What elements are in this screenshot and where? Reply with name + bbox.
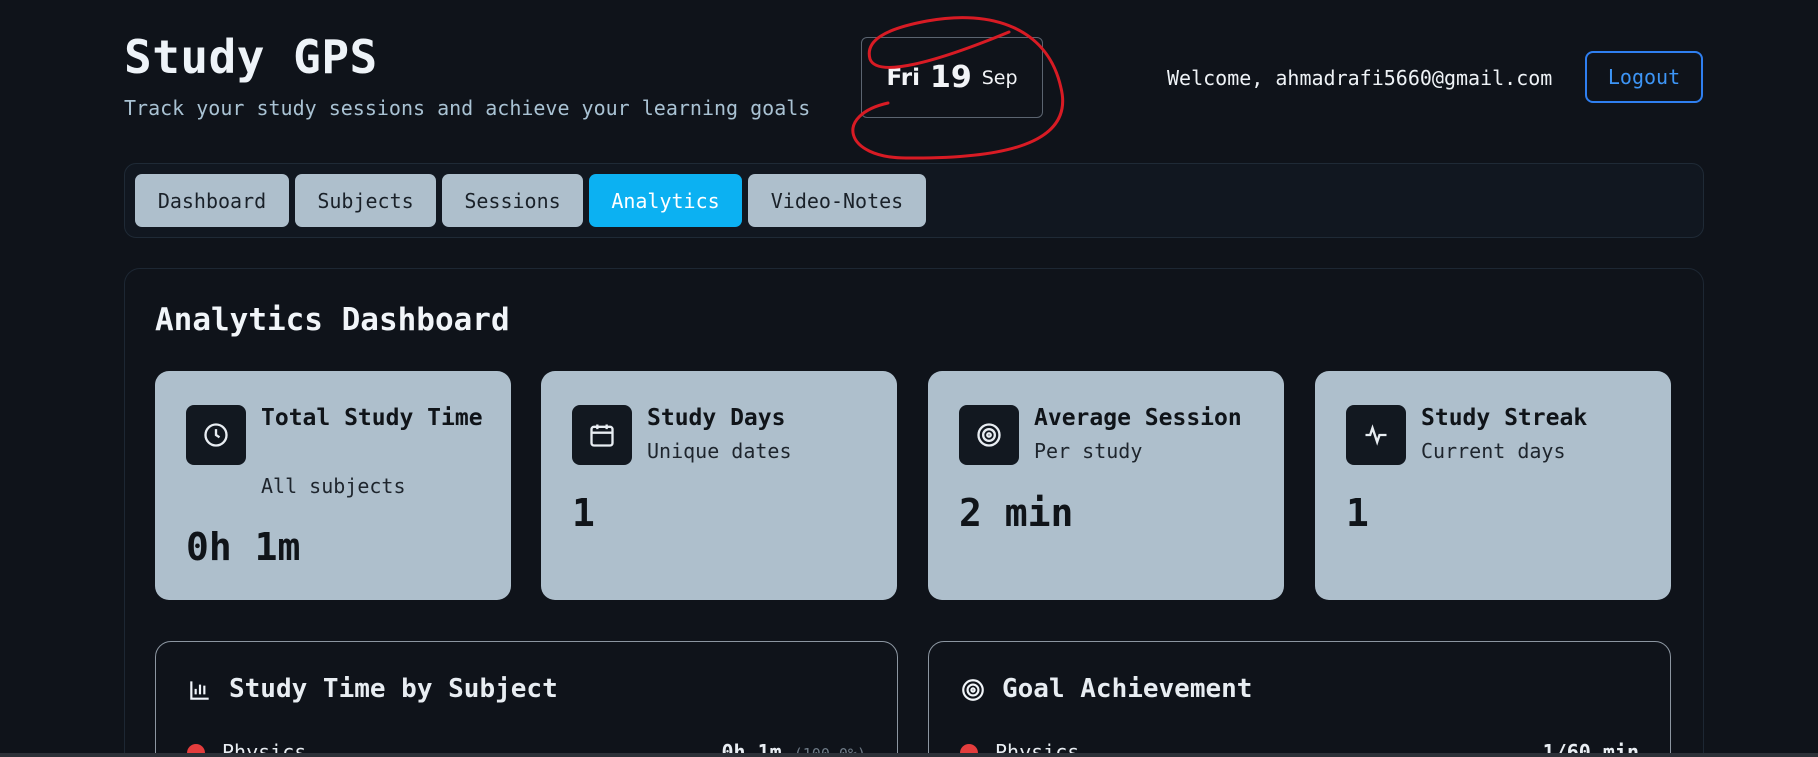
tab-video-notes[interactable]: Video-Notes [748,174,926,227]
stat-title: Average Session [1034,405,1242,431]
stat-title: Total Study Time [261,405,483,431]
stat-description: All subjects [261,474,406,498]
stat-description: Per study [1034,439,1143,463]
tab-sessions[interactable]: Sessions [442,174,583,227]
main-navigation: Dashboard Subjects Sessions Analytics Vi… [124,163,1704,238]
stat-value: 0h 1m [186,525,301,569]
stat-value: 2 min [959,491,1074,535]
analytics-title: Analytics Dashboard [155,302,510,338]
welcome-message: Welcome, ahmadrafi5660@gmail.com [1167,66,1553,90]
stat-description: Unique dates [647,439,792,463]
app-subtitle: Track your study sessions and achieve yo… [124,96,811,120]
activity-icon [1346,405,1406,465]
target-icon [959,405,1019,465]
study-streak-card: Study Streak Current days 1 [1315,371,1671,600]
tab-subjects[interactable]: Subjects [295,174,436,227]
stat-title: Study Days [647,405,786,431]
tab-analytics[interactable]: Analytics [589,174,742,227]
date-day: 19 [929,60,972,95]
stat-title: Study Streak [1421,405,1588,431]
panel-title: Study Time by Subject [229,674,558,704]
bottom-divider [0,753,1818,757]
app-title: Study GPS [124,30,378,84]
date-display: Fri 19 Sep [861,37,1043,118]
study-gps-page: Study GPS Track your study sessions and … [0,0,1818,757]
calendar-icon [572,405,632,465]
target-icon [962,679,984,701]
study-days-card: Study Days Unique dates 1 [541,371,897,600]
logout-button[interactable]: Logout [1585,51,1703,103]
panel-title: Goal Achievement [1002,674,1253,704]
goal-achievement-panel: Goal Achievement Physics 1/60 min [928,641,1671,757]
date-weekday: Fri [886,64,920,91]
date-month: Sep [981,66,1018,89]
tab-dashboard[interactable]: Dashboard [135,174,289,227]
clock-icon [186,405,246,465]
stat-value: 1 [1346,491,1369,535]
average-session-card: Average Session Per study 2 min [928,371,1284,600]
bar-chart-icon [190,681,209,700]
study-time-by-subject-panel: Study Time by Subject Physics 0h 1m (100… [155,641,898,757]
stat-description: Current days [1421,439,1566,463]
total-study-time-card: Total Study Time All subjects 0h 1m [155,371,511,600]
stat-value: 1 [572,491,595,535]
